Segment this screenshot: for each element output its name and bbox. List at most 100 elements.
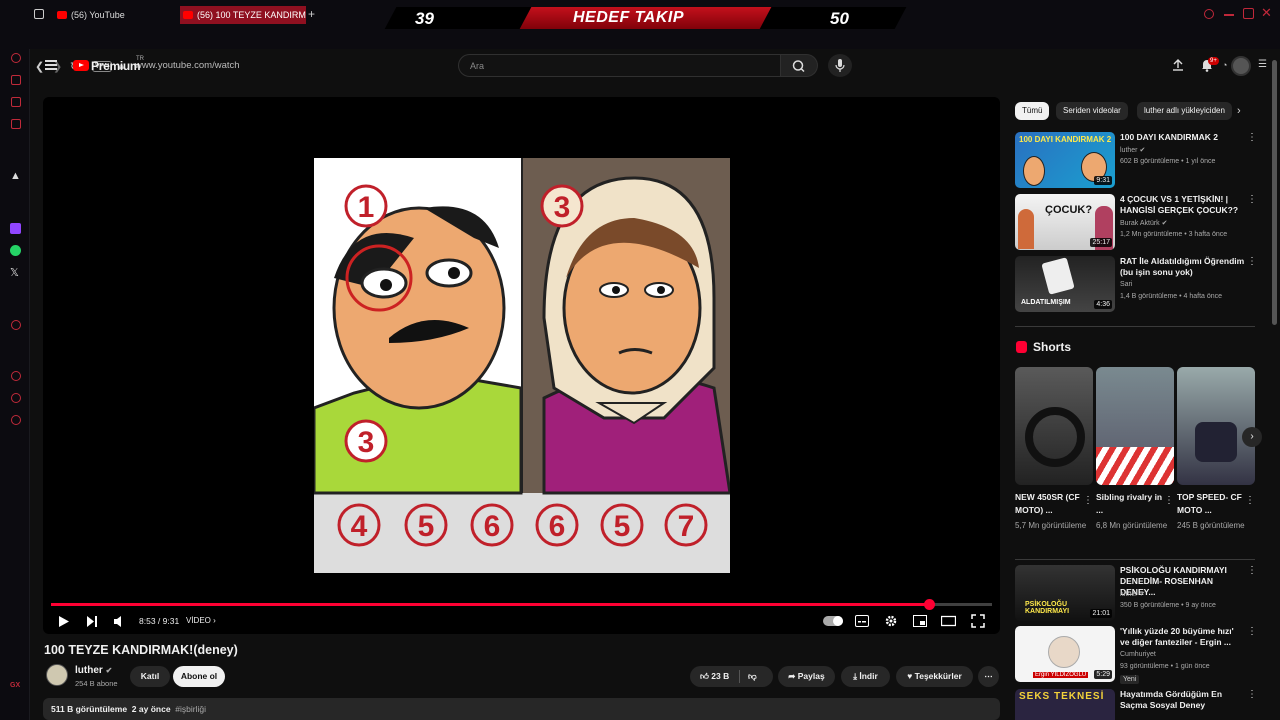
chapter-button[interactable]: VİDEO › — [186, 616, 216, 625]
aria-icon[interactable]: ▲ — [10, 170, 21, 182]
duration-badge: 21:01 — [1090, 609, 1112, 618]
logo-text[interactable]: Premium — [91, 59, 141, 73]
maximize-icon[interactable] — [1243, 8, 1254, 19]
hashtag-link[interactable]: #işbirliği — [175, 704, 206, 714]
progress-scrubber[interactable] — [923, 599, 935, 610]
more-actions-icon[interactable]: ⋯ — [978, 666, 999, 687]
more-options-icon[interactable]: ⋮ — [1247, 689, 1255, 700]
search-tabs-icon[interactable] — [1204, 9, 1214, 19]
channel-avatar[interactable] — [46, 664, 68, 686]
subtitles-icon[interactable] — [855, 615, 869, 627]
hamburger-menu-icon[interactable] — [45, 60, 57, 70]
list-item[interactable]: ÇOCUK? 25:17 4 ÇOCUK VS 1 YETİŞKİN! | HA… — [1015, 194, 1257, 254]
gaming-icon[interactable] — [11, 97, 21, 107]
url-field[interactable]: www.youtube.com/watch — [135, 60, 240, 71]
easy-setup-icon[interactable]: ☰ — [1258, 59, 1267, 70]
shopping-icon[interactable] — [11, 75, 21, 85]
short-card[interactable]: NEW 450SR (CF MOTO) ... 5,7 Mn görüntüle… — [1015, 367, 1093, 532]
tab-menu-icon[interactable] — [34, 9, 44, 19]
chevron-right-icon[interactable]: › — [1237, 105, 1241, 117]
short-card[interactable]: Sibling rivalry in ... 6,8 Mn görüntülem… — [1096, 367, 1174, 532]
miniplayer-icon[interactable] — [913, 615, 927, 627]
close-window-icon[interactable]: ✕ — [1261, 5, 1272, 21]
bottom-number: 7 — [678, 510, 695, 543]
like-button[interactable]: 👍︎ 23 B — [700, 666, 729, 687]
x-icon[interactable]: 𝕏 — [10, 266, 19, 279]
page-scrollbar[interactable] — [1272, 60, 1277, 325]
description-box[interactable]: 511 B görüntüleme 2 ay önce #işbirliği — [43, 698, 1000, 720]
video-title: Hayatımda Gördüğüm En Saçma Sosyal Deney — [1120, 689, 1223, 710]
more-options-icon[interactable]: ⋮ — [1083, 495, 1093, 506]
channel-text: luther — [1120, 147, 1138, 154]
gx-icon[interactable]: GX — [10, 682, 20, 689]
more-options-icon[interactable]: ⋮ — [1247, 626, 1257, 637]
list-item[interactable]: PSİKOLOĞU KANDIRMAYI 21:01 PSİKOLOĞU KAN… — [1015, 565, 1257, 625]
channel-name: luther ✔ — [1120, 147, 1146, 154]
whatsapp-icon[interactable] — [10, 245, 21, 256]
theater-mode-icon[interactable] — [941, 615, 956, 627]
banner-left-number: 39 — [415, 9, 434, 28]
voice-search-button[interactable] — [828, 54, 852, 77]
upload-icon[interactable] — [1171, 58, 1185, 72]
play-icon[interactable] — [58, 615, 70, 628]
twitch-icon[interactable] — [10, 223, 21, 234]
progress-fill — [51, 603, 929, 606]
video-thumbnail: PSİKOLOĞU KANDIRMAYI 21:01 — [1015, 565, 1115, 621]
short-thumbnail — [1177, 367, 1255, 485]
short-views: 6,8 Mn görüntüleme — [1096, 521, 1168, 530]
dislike-button[interactable]: 👎︎ — [748, 666, 757, 687]
more-options-icon[interactable]: ⋮ — [1247, 565, 1257, 576]
more-options-icon[interactable]: ⋮ — [1245, 495, 1255, 506]
extensions-icon[interactable] — [11, 393, 21, 403]
thanks-button[interactable]: ♥ Teşekkürler — [896, 666, 973, 687]
progress-bar[interactable] — [51, 599, 992, 610]
next-icon[interactable] — [86, 615, 98, 628]
new-tab-button[interactable]: + — [308, 8, 315, 20]
chip-series[interactable]: Seriden videolar — [1056, 102, 1128, 120]
youtube-logo-icon[interactable] — [73, 60, 89, 71]
speed-dial-icon[interactable] — [11, 53, 21, 63]
notification-badge: 9+ — [1208, 57, 1219, 65]
more-options-icon[interactable]: ⋮ — [1247, 132, 1257, 143]
settings-icon[interactable] — [11, 415, 21, 425]
list-item[interactable]: SEKS TEKNESİ Hayatımda Gördüğüm En Saçma… — [1015, 689, 1255, 720]
chevron-right-icon[interactable]: › — [1242, 427, 1262, 447]
short-card[interactable]: TOP SPEED- CF MOTO ... 245 B görüntüleme… — [1177, 367, 1255, 532]
more-options-icon[interactable]: ⋮ — [1164, 495, 1174, 506]
thumbnail-text: ALDATILMIŞIM — [1021, 299, 1071, 306]
person-figure — [1018, 209, 1034, 249]
tab-video[interactable]: (56) 100 TEYZE KANDIRM — [180, 6, 306, 24]
like-count: 23 B — [711, 671, 730, 681]
profile-icon[interactable]: ◔ — [1222, 60, 1227, 70]
volume-icon[interactable] — [113, 615, 127, 628]
back-icon[interactable]: ❮ — [35, 60, 44, 73]
video-title: 100 TEYZE KANDIRMAK!(deney) — [44, 643, 238, 657]
subscribe-button[interactable]: Abone ol — [173, 666, 225, 687]
more-options-icon[interactable]: ⋮ — [1247, 194, 1257, 205]
tab-youtube[interactable]: (56) YouTube — [54, 6, 176, 24]
channel-name[interactable]: luther ✔ — [75, 665, 112, 676]
short-title: Sibling rivalry in ... — [1096, 492, 1163, 515]
mail-icon[interactable] — [11, 119, 21, 129]
share-button[interactable]: ➦ Paylaş — [778, 666, 835, 687]
list-item[interactable]: 100 DAYI KANDIRMAK 2 9:31 100 DAYI KANDI… — [1015, 132, 1257, 192]
address-bar: ❮ ❯ ↻ VPN 🔒︎ www.youtube.com/watch ◔ ⤓ ☰ — [0, 29, 1280, 73]
chapter-label: VİDEO — [186, 616, 211, 625]
minimize-icon[interactable] — [1224, 14, 1234, 16]
chip-uploader[interactable]: luther adlı yükleyiciden — [1137, 102, 1232, 120]
account-avatar[interactable] — [1231, 56, 1251, 76]
list-item[interactable]: ALDATILMIŞIM 4:36 RAT İle Aldatıldığımı … — [1015, 256, 1257, 316]
autoplay-toggle[interactable] — [823, 616, 843, 626]
join-button[interactable]: Katıl — [130, 666, 170, 687]
settings-gear-icon[interactable] — [884, 614, 898, 628]
download-button[interactable]: ⤓ İndir — [841, 666, 890, 687]
search-button[interactable] — [781, 54, 818, 77]
search-input[interactable]: Ara — [458, 54, 781, 77]
history-icon[interactable] — [11, 371, 21, 381]
bottom-number: 6 — [549, 510, 566, 543]
player-icon[interactable] — [11, 320, 21, 330]
fullscreen-icon[interactable] — [971, 614, 985, 628]
chip-all[interactable]: Tümü — [1015, 102, 1050, 120]
more-options-icon[interactable]: ⋮ — [1247, 256, 1257, 267]
video-player[interactable]: 1 3 3 4 5 6 6 5 7 8:53 / 9:31 VİDEO › — [43, 97, 1000, 634]
